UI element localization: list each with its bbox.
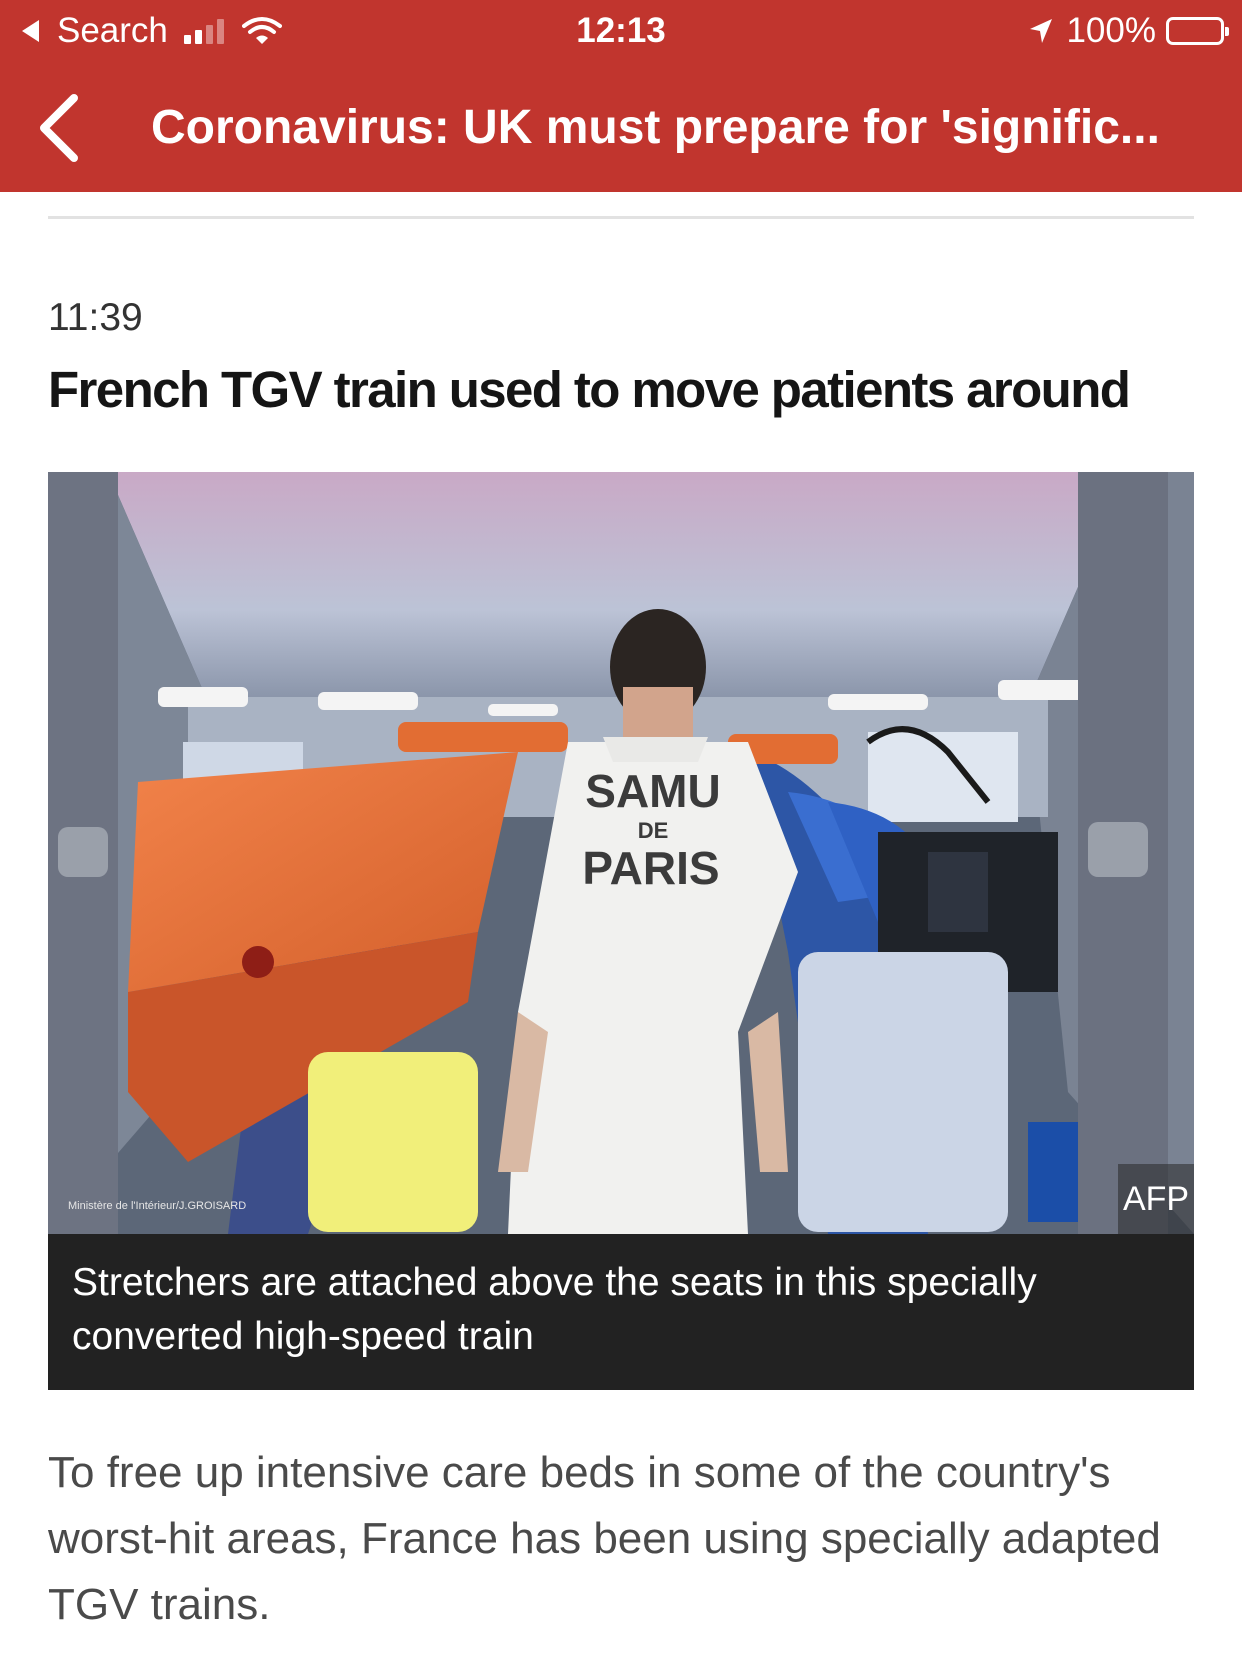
agency-label: AFP	[1118, 1164, 1194, 1234]
navigation-bar: Coronavirus: UK must prepare for 'signif…	[0, 64, 1242, 192]
app-header: Search 12:13 100% Coronavirus: UK must p…	[0, 0, 1242, 192]
location-arrow-icon	[1030, 19, 1053, 43]
battery-percent: 100%	[1066, 11, 1156, 50]
battery-icon	[1166, 17, 1229, 45]
status-right: 100%	[1028, 11, 1229, 51]
page-title: Coronavirus: UK must prepare for 'signif…	[151, 101, 1160, 154]
post-body-paragraph: To free up intensive care beds in some o…	[48, 1448, 1161, 1629]
shirt-text-samu: SAMU	[585, 765, 720, 817]
news-figure: SAMU DE PARIS Ministère de l'Intérieur/J…	[48, 472, 1194, 1390]
train-interior-photo[interactable]: SAMU DE PARIS Ministère de l'Intérieur/J…	[48, 472, 1194, 1234]
divider	[48, 216, 1194, 219]
post-timestamp: 11:39	[48, 296, 143, 339]
shirt-text-paris: PARIS	[582, 842, 719, 894]
photo-credit: Ministère de l'Intérieur/J.GROISARD	[68, 1200, 247, 1212]
photo-illustration: SAMU DE PARIS	[48, 472, 1194, 1234]
status-bar: Search 12:13 100%	[0, 0, 1242, 64]
shirt-text-de: DE	[638, 818, 669, 843]
back-chevron-icon[interactable]	[34, 90, 84, 166]
image-caption: Stretchers are attached above the seats …	[48, 1234, 1194, 1390]
post-headline: French TGV train used to move patients a…	[48, 361, 1131, 418]
